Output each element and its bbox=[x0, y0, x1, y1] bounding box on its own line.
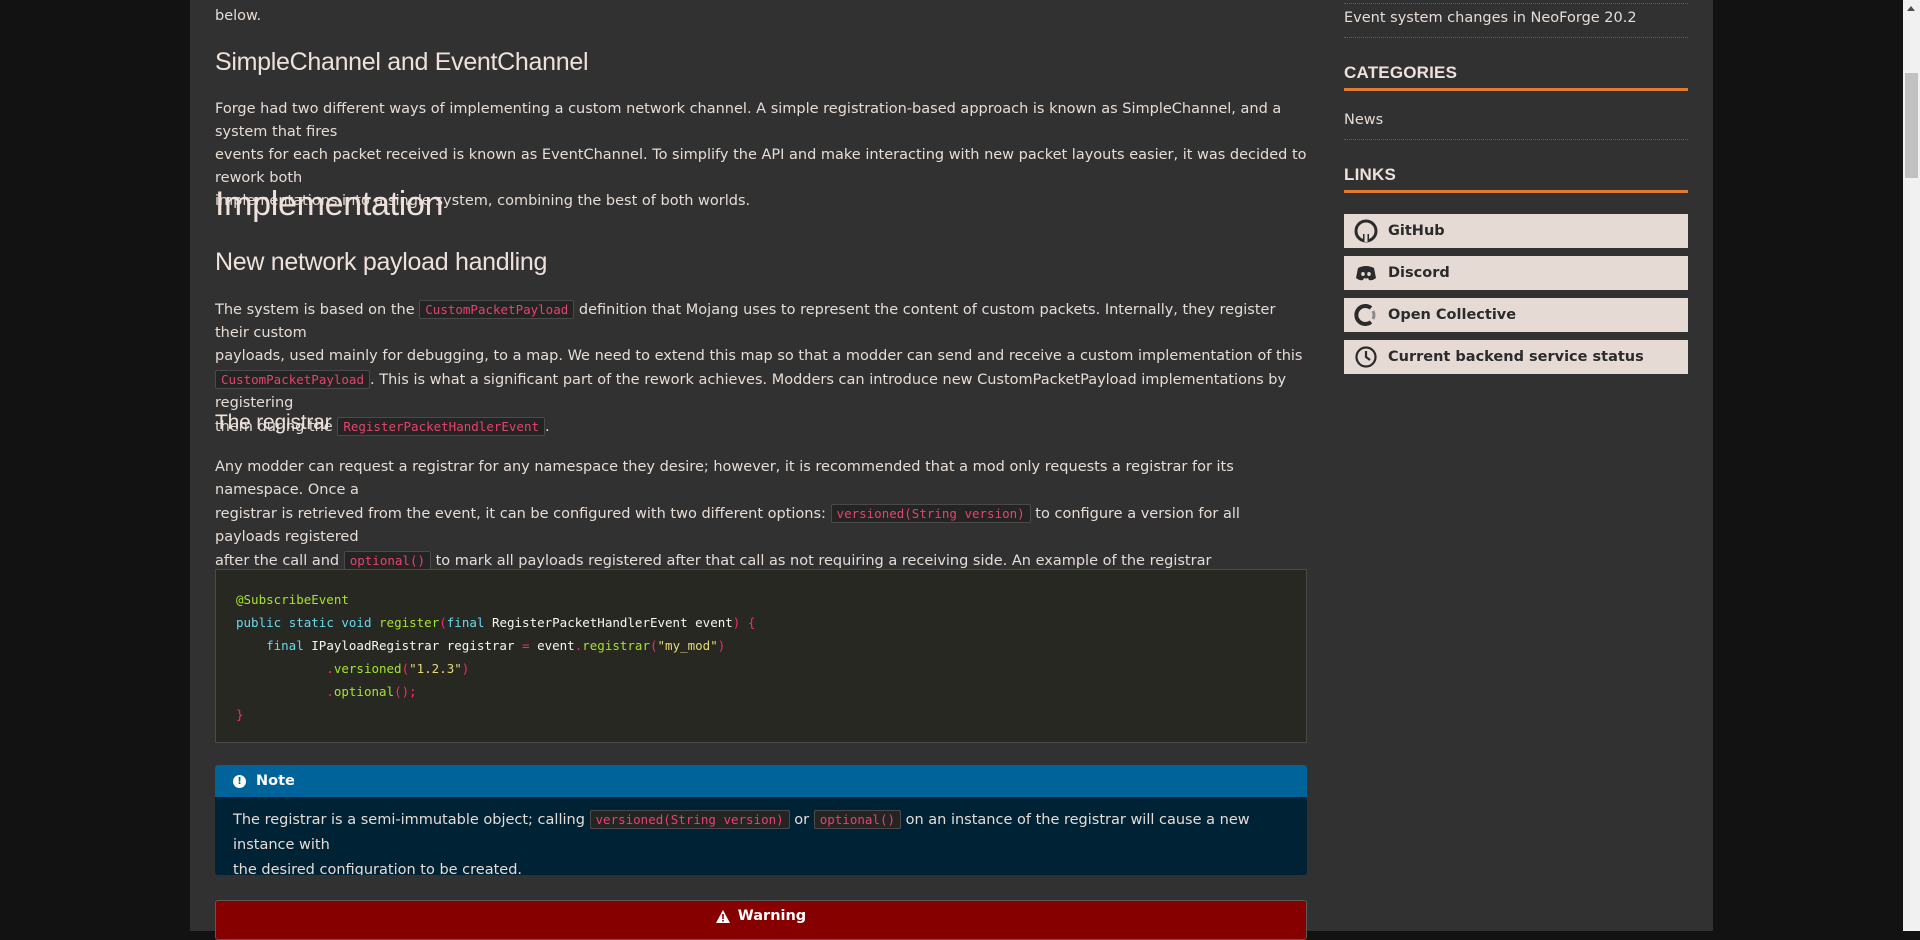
clock-icon bbox=[1355, 346, 1377, 368]
code-line: final IPayloadRegistrar registrar = even… bbox=[266, 638, 726, 653]
code-line: .optional(); bbox=[326, 684, 417, 699]
categories-title: CATEGORIES bbox=[1344, 63, 1458, 82]
code-token: "my_mod" bbox=[657, 638, 718, 653]
heading-registrar: The registrar bbox=[215, 411, 332, 434]
code-token: void bbox=[341, 615, 372, 630]
code-token: optional bbox=[333, 684, 395, 699]
link-label: Discord bbox=[1388, 265, 1450, 281]
heading-simplechannel: SimpleChannel and EventChannel bbox=[215, 48, 589, 76]
text: The system is based on the bbox=[215, 302, 420, 318]
inline-code: versioned(String version) bbox=[589, 810, 790, 829]
intro-paragraph-tail: below. bbox=[215, 8, 262, 24]
warning-header: Warning bbox=[216, 901, 1306, 931]
paragraph-line: The system is based on the CustomPacketP… bbox=[215, 298, 1307, 345]
code-token: register bbox=[379, 615, 440, 630]
code-block[interactable]: @SubscribeEvent public static void regis… bbox=[215, 569, 1307, 743]
open-collective-link-button[interactable]: Open Collective bbox=[1344, 298, 1688, 332]
paragraph-line: Any modder can request a registrar for a… bbox=[215, 459, 1234, 498]
code-token: "1.2.3" bbox=[409, 661, 462, 676]
info-icon: ! bbox=[233, 774, 246, 788]
code-token: event bbox=[537, 638, 575, 653]
title-underline bbox=[1344, 190, 1688, 193]
discord-icon bbox=[1356, 266, 1376, 281]
title-underline bbox=[1344, 88, 1688, 91]
code-line: } bbox=[236, 707, 244, 722]
github-icon bbox=[1354, 219, 1378, 243]
paragraph-line: CustomPacketPayload. This is what a sign… bbox=[215, 368, 1307, 415]
code-line: @SubscribeEvent bbox=[236, 588, 1286, 611]
text: registrar is retrieved from the event, i… bbox=[215, 506, 831, 522]
paragraph-line: registrar is retrieved from the event, i… bbox=[215, 502, 1307, 549]
text: The registrar is a semi-immutable object… bbox=[233, 812, 590, 828]
scroll-up-arrow-icon[interactable] bbox=[1907, 6, 1915, 11]
divider bbox=[1344, 37, 1688, 38]
paragraph-line: Forge had two different ways of implemen… bbox=[215, 101, 1282, 140]
inline-code: CustomPacketPayload bbox=[419, 300, 575, 319]
link-label: Open Collective bbox=[1388, 307, 1517, 323]
code-token: RegisterPacketHandlerEvent bbox=[491, 615, 688, 630]
note-title: Note bbox=[256, 773, 295, 789]
warning-title: Warning bbox=[737, 908, 807, 924]
text: . This is what a significant part of the… bbox=[215, 372, 1287, 411]
code-token: public bbox=[236, 615, 282, 630]
code-token: @SubscribeEvent bbox=[236, 592, 349, 607]
inline-code: versioned(String version) bbox=[830, 504, 1031, 523]
heading-network-payload: New network payload handling bbox=[215, 248, 548, 276]
code-line: .versioned("1.2.3") bbox=[326, 661, 470, 676]
service-status-link-button[interactable]: Current backend service status bbox=[1344, 340, 1688, 374]
github-link-button[interactable]: GitHub bbox=[1344, 214, 1688, 248]
category-news-link[interactable]: News bbox=[1344, 112, 1383, 128]
code-token: final bbox=[266, 638, 304, 653]
code-token: registrar bbox=[446, 638, 515, 653]
page-panel: below. SimpleChannel and EventChannel Fo… bbox=[190, 0, 1713, 940]
page-scrollbar[interactable] bbox=[1903, 0, 1920, 931]
divider bbox=[1344, 139, 1688, 140]
recent-post-link[interactable]: Event system changes in NeoForge 20.2 bbox=[1344, 10, 1637, 26]
link-label: GitHub bbox=[1388, 223, 1445, 239]
code-line: public static void register(final Regist… bbox=[236, 615, 756, 630]
note-header: ! Note bbox=[215, 765, 1307, 797]
paragraph-line: The registrar is a semi-immutable object… bbox=[233, 807, 1289, 858]
inline-code: CustomPacketPayload bbox=[215, 370, 370, 389]
code-token: versioned bbox=[333, 661, 402, 676]
warning-icon bbox=[715, 909, 730, 923]
warning-callout: Warning bbox=[215, 900, 1307, 940]
links-title: LINKS bbox=[1344, 165, 1396, 184]
code-token: event bbox=[695, 615, 733, 630]
discord-link-button[interactable]: Discord bbox=[1344, 256, 1688, 290]
inline-code: optional() bbox=[343, 551, 431, 570]
text: after the call and bbox=[215, 553, 344, 569]
paragraph-line: the desired configuration to be created. bbox=[233, 862, 523, 875]
note-callout: ! Note The registrar is a semi-immutable… bbox=[215, 765, 1307, 875]
code-token: IPayloadRegistrar bbox=[311, 638, 440, 653]
note-body: The registrar is a semi-immutable object… bbox=[215, 797, 1307, 875]
code-token: = bbox=[522, 638, 530, 653]
scrollbar-thumb[interactable] bbox=[1905, 73, 1918, 178]
code-token: static bbox=[288, 615, 334, 630]
inline-code: optional() bbox=[813, 810, 901, 829]
text: or bbox=[789, 812, 814, 828]
heading-implementation: Implementation bbox=[215, 185, 444, 223]
open-collective-icon bbox=[1354, 304, 1376, 326]
code-token: registrar bbox=[582, 638, 650, 653]
link-label: Current backend service status bbox=[1388, 349, 1644, 365]
paragraph-line: payloads, used mainly for debugging, to … bbox=[215, 348, 1303, 364]
code-token: final bbox=[446, 615, 485, 630]
paragraph-line: events for each packet received is known… bbox=[215, 147, 1307, 186]
divider bbox=[1344, 3, 1688, 4]
